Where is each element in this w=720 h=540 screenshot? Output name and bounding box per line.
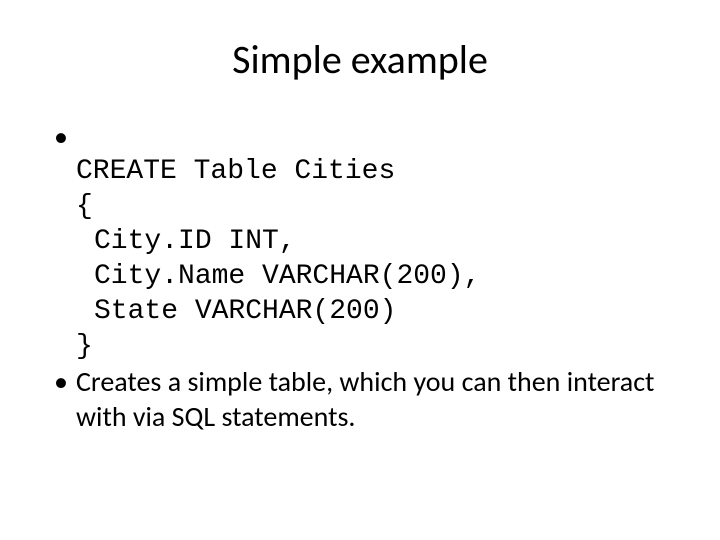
- code-line-5: State VARCHAR(200): [76, 296, 396, 327]
- code-line-3: City.ID INT,: [76, 226, 296, 257]
- description-text: Creates a simple table, which you can th…: [76, 364, 670, 434]
- bullet-marker: •: [50, 364, 76, 434]
- code-line-6: }: [76, 331, 93, 362]
- code-line-4: City.Name VARCHAR(200),: [76, 261, 480, 292]
- slide-title: Simple example: [50, 35, 670, 84]
- bullet-item-code: • CREATE Table Cities { City.ID INT, Cit…: [50, 119, 670, 364]
- code-block: CREATE Table Cities { City.ID INT, City.…: [76, 119, 670, 364]
- slide-content: • CREATE Table Cities { City.ID INT, Cit…: [50, 119, 670, 434]
- bullet-item-description: • Creates a simple table, which you can …: [50, 364, 670, 434]
- bullet-marker: •: [50, 119, 76, 364]
- code-line-2: {: [76, 191, 93, 222]
- code-line-1: CREATE Table Cities: [76, 156, 395, 187]
